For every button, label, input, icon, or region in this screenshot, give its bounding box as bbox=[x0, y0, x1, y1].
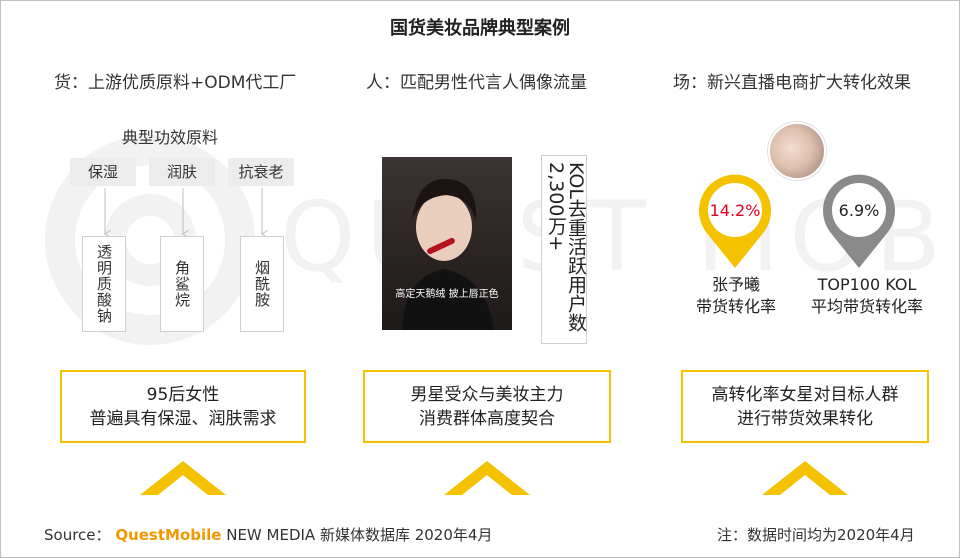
tag-nourish: 润肤 bbox=[149, 158, 215, 186]
spokesperson-illustration bbox=[402, 178, 494, 330]
conclusion-goods-line2: 普遍具有保湿、润肤需求 bbox=[89, 408, 277, 429]
conclusion-people-line1: 男星受众与美妆主力 bbox=[410, 384, 564, 405]
source-label: Source： bbox=[44, 526, 111, 544]
up-chevron-icon bbox=[140, 461, 226, 495]
column-header-goods: 货：上游优质原料+ODM代工厂 bbox=[54, 73, 297, 93]
conclusion-people-line2: 消费群体高度契合 bbox=[419, 408, 555, 429]
pin-caption-2-line2: 平均带货转化率 bbox=[810, 297, 923, 316]
photo-caption: 高定天鹅绒 披上唇正色 bbox=[395, 289, 499, 300]
footnote: 注：数据时间均为2020年4月 bbox=[717, 526, 915, 544]
up-chevron-icon bbox=[444, 461, 530, 495]
kol-users-box: KOL去重活跃用户数2,300万+ bbox=[541, 155, 587, 344]
ingredient-niacinamide: 烟酰胺 bbox=[240, 236, 284, 332]
column-header-people: 人：匹配男性代言人偶像流量 bbox=[366, 73, 587, 93]
ingredients-subtitle: 典型功效原料 bbox=[122, 128, 219, 147]
tag-anti-aging: 抗衰老 bbox=[228, 158, 294, 186]
up-chevron-icon bbox=[762, 461, 848, 495]
ingredient-arrows bbox=[70, 188, 300, 238]
pin-marker-gray bbox=[823, 174, 895, 268]
pin-caption-2-line1: TOP100 KOL bbox=[817, 275, 917, 294]
conclusion-scene-line1: 高转化率女星对目标人群 bbox=[711, 384, 899, 405]
source-brand: QuestMobile bbox=[115, 526, 222, 544]
pin-caption-1-line1: 张予曦 bbox=[711, 275, 760, 294]
spokesperson-photo: 高定天鹅绒 披上唇正色 bbox=[382, 157, 512, 330]
ingredient-hyaluronate: 透明质酸钠 bbox=[82, 236, 126, 332]
conversion-rate-value-1: 14.2% bbox=[709, 201, 761, 220]
conclusion-box-scene: 高转化率女星对目标人群 进行带货效果转化 bbox=[681, 370, 929, 443]
source-line: Source： QuestMobile NEW MEDIA 新媒体数据库 202… bbox=[44, 524, 492, 545]
pin-caption-2: TOP100 KOL 平均带货转化率 bbox=[792, 274, 942, 318]
page-title: 国货美妆品牌典型案例 bbox=[390, 18, 570, 39]
ingredient-niacinamide-text: 烟酰胺 bbox=[253, 260, 271, 308]
pin-caption-1: 张予曦 带货转化率 bbox=[676, 274, 796, 318]
conclusion-box-goods: 95后女性 普遍具有保湿、润肤需求 bbox=[60, 370, 306, 443]
kol-users-text: KOL去重活跃用户数2,300万+ bbox=[545, 162, 587, 332]
ingredient-squalane-text: 角鲨烷 bbox=[173, 260, 191, 308]
tag-moisturize: 保湿 bbox=[70, 158, 136, 186]
conclusion-box-people: 男星受众与美妆主力 消费群体高度契合 bbox=[363, 370, 611, 443]
ingredient-squalane: 角鲨烷 bbox=[160, 236, 204, 332]
ingredient-hyaluronate-text: 透明质酸钠 bbox=[95, 244, 113, 324]
pin-caption-1-line2: 带货转化率 bbox=[695, 297, 776, 316]
pin-marker-yellow bbox=[699, 174, 771, 268]
column-header-scene: 场：新兴直播电商扩大转化效果 bbox=[673, 73, 911, 93]
conversion-rate-value-2: 6.9% bbox=[838, 201, 880, 220]
source-detail: NEW MEDIA 新媒体数据库 2020年4月 bbox=[226, 526, 493, 544]
conclusion-goods-line1: 95后女性 bbox=[146, 384, 220, 405]
conclusion-scene-line2: 进行带货效果转化 bbox=[737, 408, 873, 429]
